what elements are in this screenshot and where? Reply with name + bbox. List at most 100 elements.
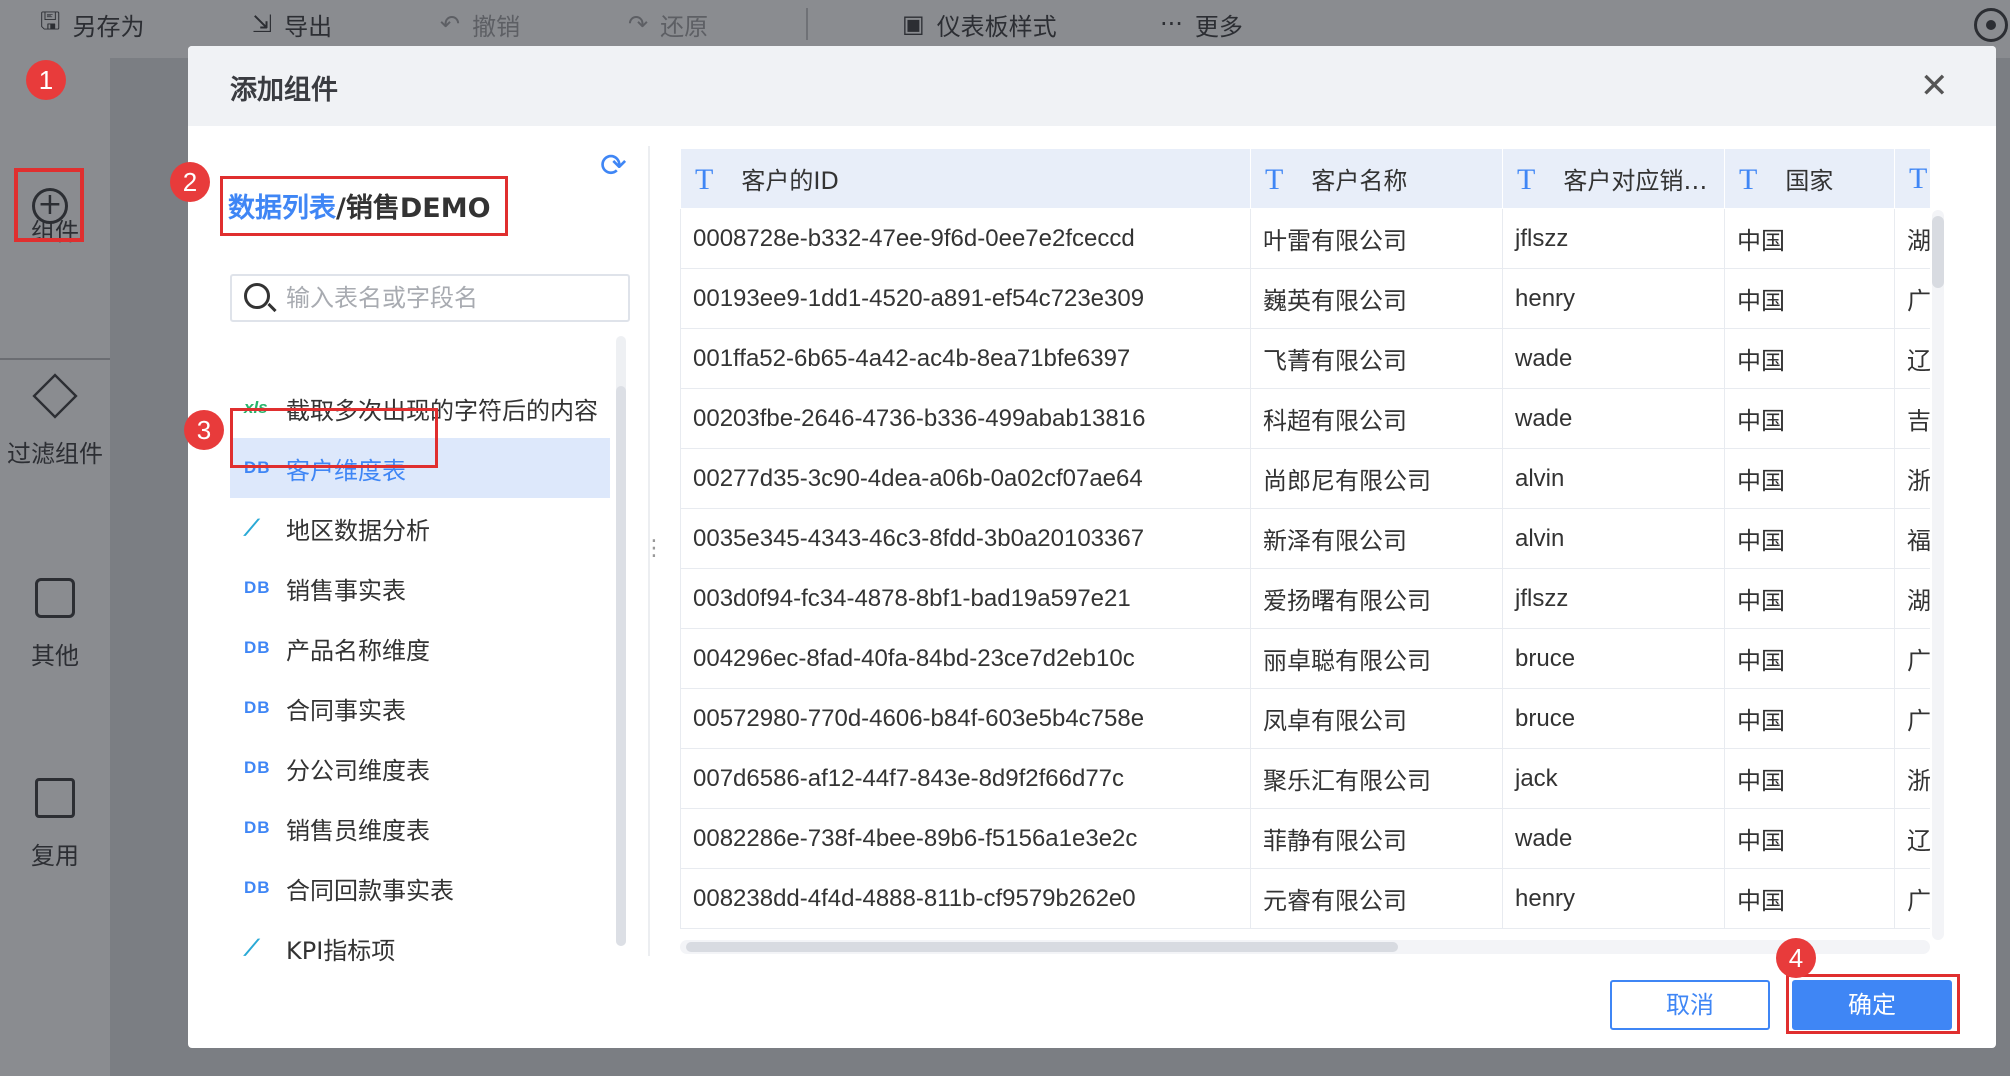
redo-label: 还原 (660, 12, 709, 41)
table-cell: wade (1502, 388, 1725, 449)
table-item-payment-fact[interactable]: DB 合同回款事实表 (230, 858, 610, 918)
sidebar-item-other[interactable]: 其他 (0, 578, 110, 671)
resize-grip-icon[interactable]: ⋮ (643, 536, 665, 561)
breadcrumb-root[interactable]: 数据列表 (228, 193, 336, 224)
sidebar-item-label: 复用 (31, 842, 79, 870)
table-item-label: 地区数据分析 (286, 516, 430, 545)
table-cell: 广 (1894, 868, 1930, 929)
search-input[interactable] (286, 282, 616, 314)
preview-vertical-scrollbar[interactable] (1932, 210, 1944, 940)
table-cell: 元睿有限公司 (1250, 868, 1503, 929)
data-preview: T 客户的ID T 客户名称 T 客户对应销… T 国家 T 0008728e-b332… (680, 148, 1930, 938)
table-cell: 中国 (1724, 688, 1895, 749)
table-cell: 中国 (1724, 628, 1895, 689)
table-row: 007d6586-af12-44f7-843e-8d9f2f66d77c 聚乐汇有… (680, 748, 1930, 809)
table-cell: 浙 (1894, 748, 1930, 809)
table-item-product-dim[interactable]: DB 产品名称维度 (230, 618, 610, 678)
table-cell: 中国 (1724, 868, 1895, 929)
table-cell: 菲静有限公司 (1250, 808, 1503, 869)
sidebar-item-filter[interactable]: 过滤组件 (0, 373, 110, 469)
table-item-label: 销售事实表 (286, 576, 406, 605)
confirm-button[interactable]: 确定 (1792, 980, 1952, 1030)
db-icon: DB (244, 878, 271, 897)
table-cell: 中国 (1724, 808, 1895, 869)
sidebar-item-reuse[interactable]: 复用 (0, 778, 110, 871)
preview-table: T 客户的ID T 客户名称 T 客户对应销… T 国家 T 0008728e-b332… (680, 148, 1930, 929)
table-cell: 中国 (1724, 568, 1895, 629)
table-cell: 中国 (1724, 328, 1895, 389)
db-icon: DB (244, 638, 271, 657)
table-cell: alvin (1502, 508, 1725, 569)
table-list-scroll-thumb[interactable] (616, 386, 626, 946)
column-header[interactable]: T 客户的ID (680, 148, 1251, 209)
breadcrumb-current: 销售DEMO (345, 193, 491, 224)
table-cell: 0008728e-b332-47ee-9f6d-0ee7e2fceccd (680, 208, 1251, 269)
table-cell: wade (1502, 328, 1725, 389)
close-icon[interactable]: ✕ (1920, 66, 1949, 106)
column-header[interactable]: T 客户名称 (1250, 148, 1503, 209)
table-row: 008238dd-4f4d-4888-811b-cf9579b262e0 元睿有限… (680, 868, 1930, 929)
export-button[interactable]: ⇲ 导出 (252, 0, 332, 48)
table-item-sales-fact[interactable]: DB 销售事实表 (230, 558, 610, 618)
more-button[interactable]: ··· 更多 (1160, 0, 1243, 48)
undo-button[interactable]: ↶ 撤销 (440, 0, 520, 48)
redo-button[interactable]: ↷ 还原 (628, 0, 708, 48)
column-header[interactable]: T 客户对应销… (1502, 148, 1725, 209)
more-dots-icon: ··· (1160, 10, 1183, 38)
plus-circle-icon: + (32, 188, 68, 224)
table-cell: 003d0f94-fc34-4878-8bf1-bad19a597e21 (680, 568, 1251, 629)
step-marker-2: 2 (170, 162, 210, 202)
table-cell: 尚郎尼有限公司 (1250, 448, 1503, 509)
cancel-button[interactable]: 取消 (1610, 980, 1770, 1030)
table-row: 00193ee9-1dd1-4520-a891-ef54c723e309 巍英有限… (680, 268, 1930, 329)
table-cell: 福 (1894, 508, 1930, 569)
step-marker-3: 3 (184, 410, 224, 450)
refresh-icon[interactable]: ⟳ (600, 146, 627, 184)
table-item-contract-fact[interactable]: DB 合同事实表 (230, 678, 610, 738)
preview-eye-icon[interactable] (1974, 8, 2008, 42)
table-cell: 广 (1894, 268, 1930, 329)
text-field-icon: T (695, 162, 714, 196)
table-cell: 中国 (1724, 388, 1895, 449)
save-icon: 🖫 (40, 6, 61, 35)
preview-vertical-scroll-thumb[interactable] (1932, 216, 1944, 288)
table-item-label: 合同回款事实表 (286, 876, 454, 905)
text-field-icon: T (1739, 162, 1758, 196)
table-item-salesperson-dim[interactable]: DB 销售员维度表 (230, 798, 610, 858)
table-cell: 中国 (1724, 508, 1895, 569)
table-item-label: 合同事实表 (286, 696, 406, 725)
table-cell: 新泽有限公司 (1250, 508, 1503, 569)
table-cell: 飞菁有限公司 (1250, 328, 1503, 389)
table-cell: 00203fbe-2646-4736-b336-499abab13816 (680, 388, 1251, 449)
table-item-region-analysis[interactable]: ⟋ 地区数据分析 (230, 498, 610, 558)
redo-icon: ↷ (628, 10, 649, 38)
table-cell: 巍英有限公司 (1250, 268, 1503, 329)
table-item-kpi[interactable]: ⟋ KPI指标项 (230, 918, 610, 978)
table-list: xls 截取多次出现的字符后的内容 DB 客户维度表 ⟋ 地区数据分析 DB 销… (230, 378, 610, 978)
table-row: 003d0f94-fc34-4878-8bf1-bad19a597e21 爱扬曙有… (680, 568, 1930, 629)
table-cell: 中国 (1724, 448, 1895, 509)
dialog-title: 添加组件 (230, 75, 338, 106)
column-header[interactable]: T (1894, 148, 1930, 209)
table-cell: bruce (1502, 688, 1725, 749)
table-cell: 辽 (1894, 328, 1930, 389)
step-marker-1: 1 (26, 60, 66, 100)
dashboard-style-button[interactable]: ▣ 仪表板样式 (902, 0, 1057, 48)
breadcrumb: 数据列表/销售DEMO (228, 186, 491, 225)
table-cell: bruce (1502, 628, 1725, 689)
table-cell: 001ffa52-6b65-4a42-ac4b-8ea71bfe6397 (680, 328, 1251, 389)
table-cell: 湖 (1894, 208, 1930, 269)
table-cell: henry (1502, 268, 1725, 329)
column-header[interactable]: T 国家 (1724, 148, 1895, 209)
table-item-branch-dim[interactable]: DB 分公司维度表 (230, 738, 610, 798)
sidebar-item-label: 其他 (31, 642, 79, 670)
dashboard-style-label: 仪表板样式 (936, 12, 1057, 41)
text-field-icon: T (1909, 161, 1928, 195)
table-cell: alvin (1502, 448, 1725, 509)
export-label: 导出 (284, 12, 333, 41)
preview-horizontal-scroll-thumb[interactable] (686, 942, 1398, 952)
db-icon: DB (244, 758, 271, 777)
add-component-highlight[interactable]: + (14, 168, 84, 242)
save-as-button[interactable]: 🖫 另存为 (40, 0, 144, 48)
undo-label: 撤销 (472, 12, 521, 41)
